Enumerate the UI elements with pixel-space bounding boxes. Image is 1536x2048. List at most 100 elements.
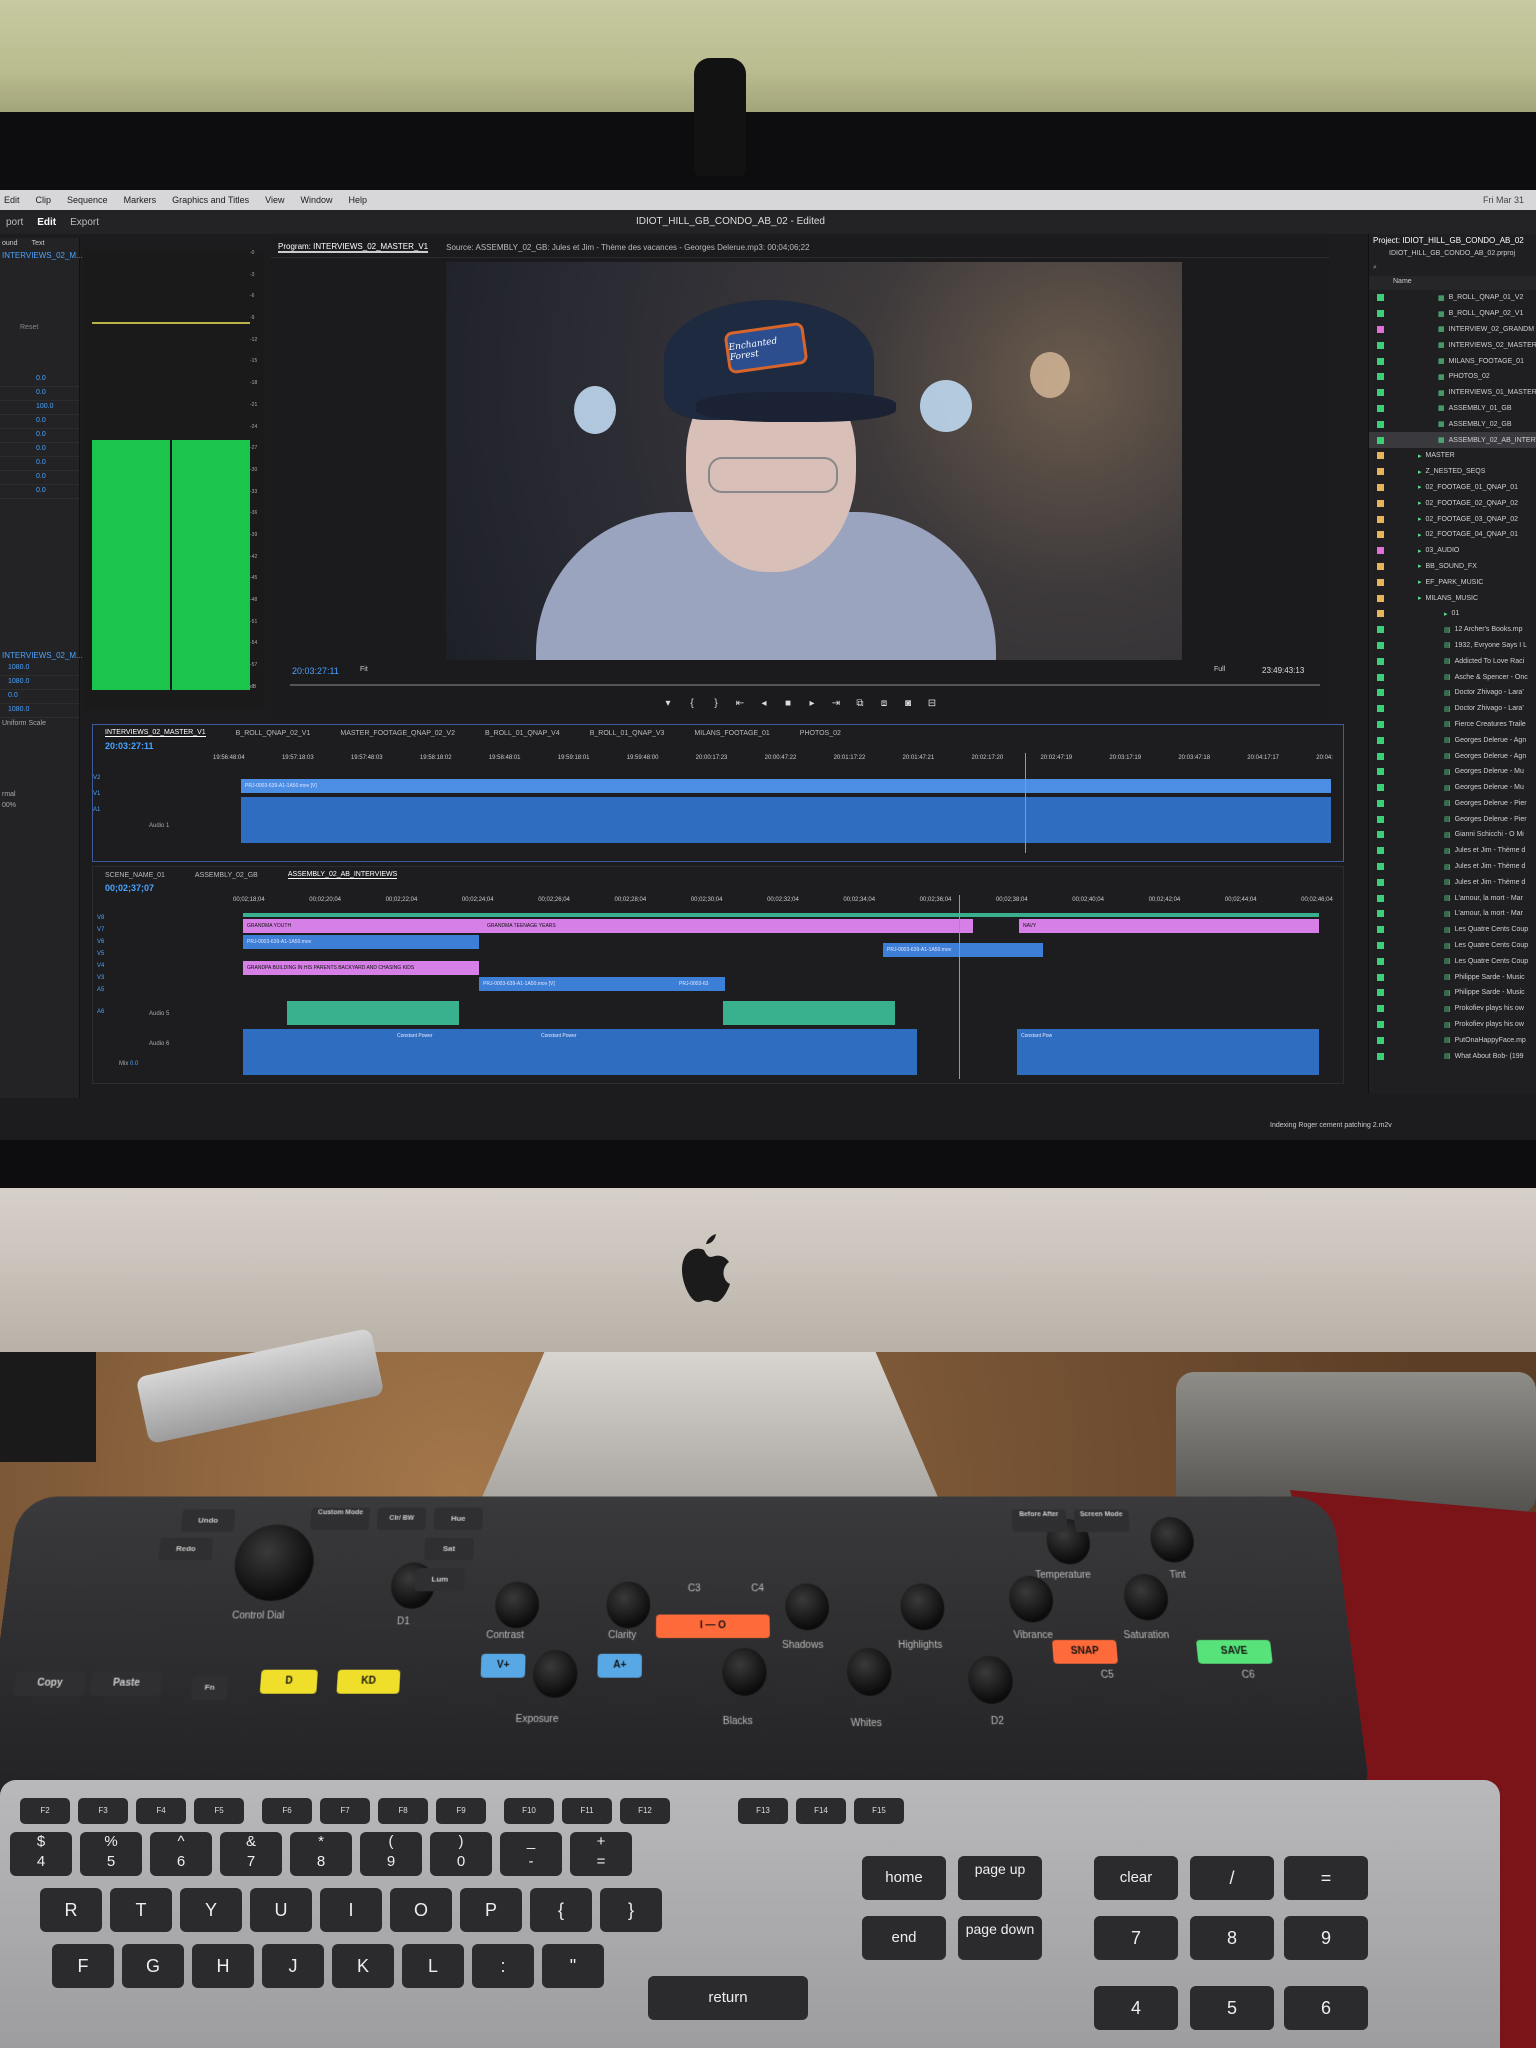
track-header[interactable]: V7 [93, 927, 223, 939]
project-item[interactable]: ▦ INTERVIEW_02_GRANDM [1369, 322, 1536, 338]
function-key[interactable]: F10 [504, 1798, 554, 1824]
project-item[interactable]: ▤ Prokofiev plays his ow [1369, 1001, 1536, 1017]
export-frame-icon[interactable]: ◙ [901, 698, 915, 710]
project-item[interactable]: ▦ PHOTOS_02 [1369, 369, 1536, 385]
hue-key[interactable]: Hue [433, 1507, 484, 1531]
letter-key[interactable]: J [262, 1944, 324, 1988]
effect-value[interactable]: 0.0 [36, 389, 46, 396]
number-key[interactable]: $4 [10, 1832, 72, 1876]
function-key[interactable]: F14 [796, 1798, 846, 1824]
saturation-knob[interactable] [1122, 1573, 1171, 1621]
marker-icon[interactable]: ▾ [661, 698, 675, 710]
tab-source[interactable]: Source: ASSEMBLY_02_GB: Jules et Jim - T… [446, 243, 809, 252]
number-key[interactable]: & 7 [220, 1832, 282, 1876]
track-v2[interactable]: V2 [93, 775, 223, 791]
timeline-tab[interactable]: B_ROLL_QNAP_02_V1 [236, 730, 311, 737]
timeline1-playhead[interactable] [1025, 753, 1026, 853]
reset-button[interactable]: Reset [0, 322, 79, 333]
audio-clip-a5-2[interactable] [723, 1001, 895, 1025]
clip-grandpa[interactable]: GRANDPA BUILDING IN HIS PARENTS BACKYARD… [243, 961, 479, 975]
step-forward-icon[interactable]: ▸ [805, 698, 819, 710]
menu-item-sequence[interactable]: Sequence [67, 195, 108, 205]
transform-value[interactable]: 0.0 [8, 692, 18, 699]
fit-dropdown[interactable]: Fit [360, 666, 368, 673]
d2-knob[interactable] [966, 1655, 1015, 1704]
transform-value[interactable]: 1080.0 [8, 664, 29, 671]
d-key[interactable]: D [259, 1669, 318, 1694]
project-item[interactable]: ▸ BB_SOUND_FX [1369, 559, 1536, 575]
project-item[interactable]: ▸ 01 [1369, 606, 1536, 622]
letter-key[interactable]: L [402, 1944, 464, 1988]
number-key[interactable]: * 8 [290, 1832, 352, 1876]
function-key[interactable]: F2 [20, 1798, 70, 1824]
function-key[interactable]: F4 [136, 1798, 186, 1824]
project-item[interactable]: ▦ B_ROLL_QNAP_01_V2 [1369, 290, 1536, 306]
project-item[interactable]: ▦ INTERVIEWS_02_MASTER [1369, 337, 1536, 353]
project-item[interactable]: ▦ ASSEMBLY_02_AB_INTERV [1369, 432, 1536, 448]
project-item[interactable]: ▤ Doctor Zhivago - Lara' [1369, 685, 1536, 701]
effect-value[interactable]: 0.0 [36, 375, 46, 382]
letter-key[interactable]: U [250, 1888, 312, 1932]
track-header[interactable]: V3 [93, 975, 223, 987]
page-down-key[interactable]: page down [958, 1916, 1042, 1960]
project-item[interactable]: ▤ Jules et Jim - Thème d [1369, 874, 1536, 890]
function-key[interactable]: F13 [738, 1798, 788, 1824]
audio-clip-a6-3[interactable]: Constant Pow [1017, 1029, 1319, 1075]
kd-key[interactable]: KD [336, 1669, 401, 1694]
project-item[interactable]: ▤ Asche & Spencer - Onc [1369, 669, 1536, 685]
v-plus-key[interactable]: V+ [480, 1653, 526, 1678]
letter-key[interactable]: G [122, 1944, 184, 1988]
paste-key[interactable]: Paste [89, 1671, 163, 1696]
function-key[interactable]: F15 [854, 1798, 904, 1824]
project-item[interactable]: ▸ MASTER [1369, 448, 1536, 464]
clip-grandma-youth[interactable]: GRANDMA YOUTH [243, 919, 483, 933]
search-icon[interactable]: ⌕ [1369, 262, 1536, 276]
workspace-edit[interactable]: Edit [37, 217, 56, 228]
project-item[interactable]: ▤ Fierce Creatures Traile [1369, 717, 1536, 733]
audio-clip-a6[interactable]: Constant Power [243, 1029, 537, 1075]
snap-key[interactable]: SNAP [1052, 1640, 1119, 1664]
clip-prj-4[interactable]: PRJ-0003-63 [675, 977, 725, 991]
letter-key[interactable]: Y [180, 1888, 242, 1932]
highlights-knob[interactable] [899, 1583, 946, 1631]
letter-key[interactable]: T [110, 1888, 172, 1932]
custom-mode-key[interactable]: Custom Mode [310, 1507, 371, 1531]
function-key[interactable]: F3 [78, 1798, 128, 1824]
letter-key[interactable]: } [600, 1888, 662, 1932]
letter-key[interactable]: O [390, 1888, 452, 1932]
clr-bw-key[interactable]: Clr/ BW [376, 1507, 427, 1531]
tab-program[interactable]: Program: INTERVIEWS_02_MASTER_V1 [278, 242, 429, 253]
clip-prj-3[interactable]: PRJ-0003-639-A1-1A50.mov [883, 943, 1043, 957]
letter-key[interactable]: K [332, 1944, 394, 1988]
save-key[interactable]: SAVE [1196, 1640, 1273, 1664]
timeline-tab[interactable]: PHOTOS_02 [800, 730, 841, 737]
function-key[interactable]: F6 [262, 1798, 312, 1824]
project-item[interactable]: ▤ Georges Delerue - Pier [1369, 796, 1536, 812]
tint-knob[interactable] [1148, 1516, 1196, 1563]
function-key[interactable]: F11 [562, 1798, 612, 1824]
function-key[interactable]: F8 [378, 1798, 428, 1824]
in-out-key[interactable]: I — O [656, 1614, 770, 1639]
project-item[interactable]: ▤ Les Quatre Cents Coup [1369, 938, 1536, 954]
number-key[interactable]: % 5 [80, 1832, 142, 1876]
step-back-icon[interactable]: ◂ [757, 698, 771, 710]
tab-sound[interactable]: ound [2, 240, 18, 247]
mark-out-icon[interactable]: } [709, 698, 723, 710]
effect-value[interactable]: 100.0 [36, 403, 54, 410]
redo-key[interactable]: Redo [158, 1537, 214, 1561]
track-header[interactable]: V8 [93, 915, 223, 927]
track-header[interactable]: A5 [93, 987, 223, 1009]
menu-item-markers[interactable]: Markers [124, 195, 157, 205]
menu-item-edit[interactable]: Edit [4, 195, 20, 205]
page-up-key[interactable]: page up [958, 1856, 1042, 1900]
numpad-key[interactable]: / [1190, 1856, 1274, 1900]
track-header[interactable]: V6 [93, 939, 223, 951]
function-key[interactable]: F12 [620, 1798, 670, 1824]
track-a1[interactable]: A1 [93, 807, 223, 823]
clip-grandma-teenage[interactable]: GRANDMA TEENAGE YEARS [483, 919, 973, 933]
effect-value[interactable]: 0.0 [36, 487, 46, 494]
menu-item-graphics[interactable]: Graphics and Titles [172, 195, 249, 205]
project-item[interactable]: ▤ Prokofiev plays his ow [1369, 1017, 1536, 1033]
project-item[interactable]: ▤ Georges Delerue - Agn [1369, 732, 1536, 748]
mix-value[interactable]: 0.0 [130, 1061, 138, 1067]
